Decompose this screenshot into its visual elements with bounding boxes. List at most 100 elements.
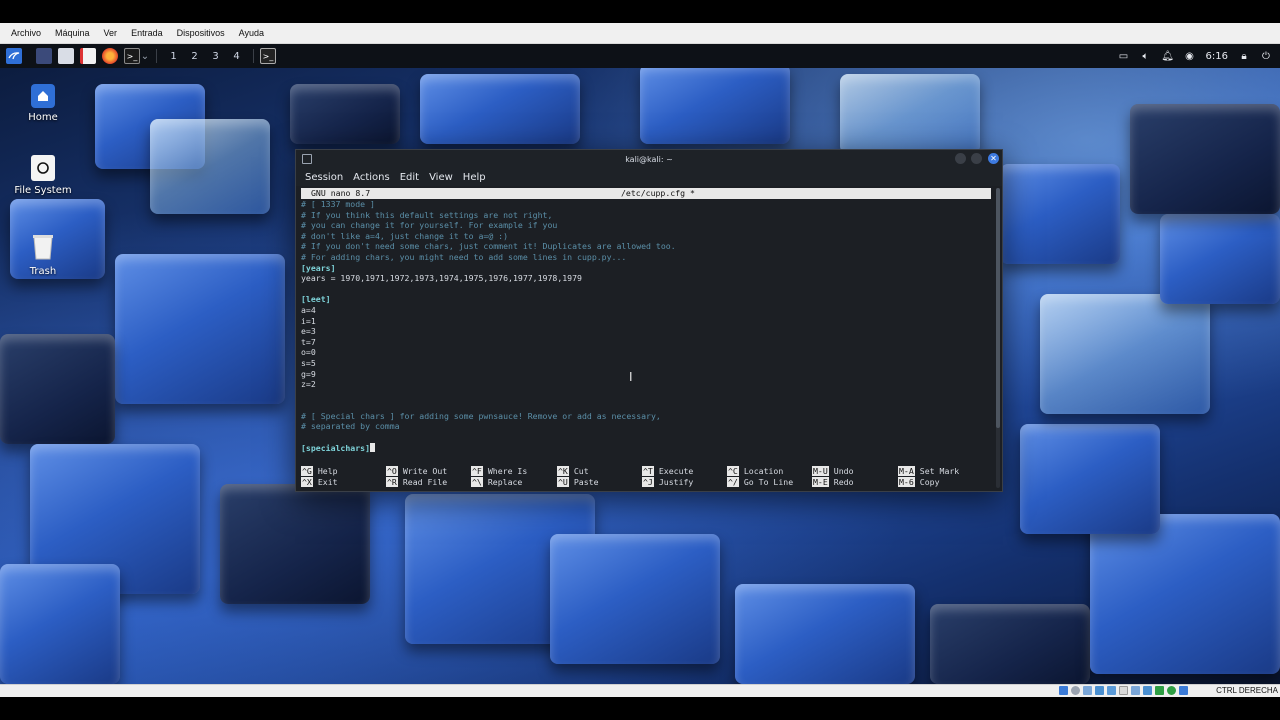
nano-shortcut[interactable]: ^U Paste	[557, 476, 599, 488]
workspace-4[interactable]: 4	[226, 51, 247, 62]
vbox-menu-maquina[interactable]: Máquina	[48, 23, 97, 44]
maximize-icon[interactable]	[971, 153, 982, 164]
workspace-1[interactable]: 1	[163, 51, 184, 62]
nano-shortcut[interactable]: ^\ Replace	[471, 476, 523, 488]
editor-line-text: [specialchars]	[301, 442, 371, 453]
nano-shortcut[interactable]: M-U Undo	[812, 466, 854, 477]
nano-shortcut[interactable]: ^/ Go To Line	[727, 476, 793, 488]
nano-shortcut[interactable]: ^T Execute	[642, 466, 693, 477]
nano-text-area[interactable]: # [ 1337 mode ] # If you think this defau…	[301, 199, 991, 453]
shortcut-label: Read File	[402, 476, 448, 487]
shortcut-key: ^F	[471, 466, 483, 476]
display-icon[interactable]: ▭	[1118, 50, 1130, 62]
menu-view[interactable]: View	[424, 172, 458, 183]
desktop-icon-home[interactable]: Home	[3, 84, 83, 123]
wallpaper-cube	[150, 119, 270, 214]
file-manager-icon[interactable]	[58, 48, 74, 64]
kali-menu-icon[interactable]	[6, 48, 22, 64]
shortcut-key: ^T	[642, 466, 654, 476]
wallpaper-cube	[735, 584, 915, 684]
terminal-task-icon[interactable]: >_	[260, 48, 276, 64]
optical-drive-icon[interactable]	[1071, 686, 1080, 695]
editor-line-text: # you can change it for yourself. For ex…	[301, 220, 558, 231]
nano-shortcut[interactable]: ^K Cut	[557, 466, 589, 477]
nano-shortcut[interactable]: ^C Location	[727, 466, 783, 477]
power-icon[interactable]: ⏻	[1260, 50, 1272, 62]
hdd-icon[interactable]	[1059, 686, 1068, 695]
firefox-icon[interactable]	[102, 48, 118, 64]
editor-line-text: # separated by comma	[301, 421, 400, 432]
keyboard-icon[interactable]	[1179, 686, 1188, 695]
notifications-bell-icon[interactable]: 🔔︎	[1161, 50, 1174, 62]
wallpaper-cube	[1020, 424, 1160, 534]
nano-shortcut[interactable]: ^F Where Is	[471, 466, 527, 477]
shared-folders-icon[interactable]	[1119, 686, 1128, 695]
cpu-icon[interactable]	[1155, 686, 1164, 695]
menu-session[interactable]: Session	[300, 172, 348, 183]
vbox-menu-archivo[interactable]: Archivo	[4, 23, 48, 44]
wallpaper-cube	[550, 534, 720, 664]
nano-shortcut[interactable]: M-A Set Mark	[898, 466, 959, 477]
terminal-scrollbar[interactable]	[996, 188, 1000, 488]
shortcut-label: Help	[317, 466, 338, 476]
vbox-menu-ver[interactable]: Ver	[97, 23, 125, 44]
editor-line: [leet]	[301, 294, 991, 305]
menu-help[interactable]: Help	[458, 172, 491, 183]
menu-edit[interactable]: Edit	[395, 172, 424, 183]
desktop-icon-trash[interactable]: Trash	[3, 232, 83, 277]
editor-line-text: e=3	[301, 326, 316, 337]
usb-icon[interactable]	[1107, 686, 1116, 695]
show-desktop-icon[interactable]	[36, 48, 52, 64]
recording-icon[interactable]	[1143, 686, 1152, 695]
wallpaper-cube	[1040, 294, 1210, 414]
nano-shortcut[interactable]: ^X Exit	[301, 476, 338, 488]
chevron-down-icon[interactable]: ⌄	[140, 51, 150, 62]
terminal-launcher-icon[interactable]: >_	[124, 48, 140, 64]
editor-line: e=3	[301, 326, 991, 337]
desktop-icon-file-system[interactable]: File System	[3, 155, 83, 196]
nano-shortcut[interactable]: ^O Write Out	[386, 466, 447, 477]
lock-icon[interactable]: 🔒︎	[1238, 50, 1250, 62]
nano-shortcut[interactable]: ^G Help	[301, 466, 338, 477]
trash-icon	[28, 232, 58, 262]
editor-line-text: # If you don't need some chars, just com…	[301, 241, 676, 252]
scrollbar-thumb[interactable]	[996, 188, 1000, 428]
nano-shortcut[interactable]: M-6 Copy	[898, 476, 940, 488]
vbox-menu-dispositivos[interactable]: Dispositivos	[170, 23, 232, 44]
shortcut-key: ^K	[557, 466, 569, 476]
desktop-icon-label: Home	[28, 112, 58, 123]
terminal-window[interactable]: kali@kali: ~ ✕ Session Actions Edit View…	[295, 149, 1003, 492]
workspace-3[interactable]: 3	[205, 51, 226, 62]
minimize-icon[interactable]	[955, 153, 966, 164]
mouse-integration-icon[interactable]	[1167, 686, 1176, 695]
shortcut-label: Replace	[487, 476, 523, 487]
power-status-icon[interactable]: ◉	[1184, 50, 1196, 62]
volume-icon[interactable]: 🔈︎	[1140, 50, 1152, 62]
nano-shortcut[interactable]: M-E Redo	[812, 476, 854, 488]
window-titlebar[interactable]: kali@kali: ~ ✕	[296, 150, 1002, 168]
editor-line: # For adding chars, you might need to ad…	[301, 252, 991, 263]
editor-line: # [ 1337 mode ]	[301, 199, 991, 210]
vbox-menu-entrada[interactable]: Entrada	[124, 23, 170, 44]
workspace-2[interactable]: 2	[184, 51, 205, 62]
audio-icon[interactable]	[1083, 686, 1092, 695]
network-icon[interactable]	[1095, 686, 1104, 695]
nano-editor[interactable]: GNU nano 8.7 /etc/cupp.cfg * # [ 1337 mo…	[301, 188, 991, 488]
close-icon[interactable]: ✕	[988, 153, 999, 164]
clock[interactable]: 6:16	[1206, 51, 1228, 62]
editor-line-text: [leet]	[301, 294, 331, 305]
nano-header-bar: GNU nano 8.7 /etc/cupp.cfg *	[301, 188, 991, 199]
wallpaper-cube	[1160, 214, 1280, 304]
nano-shortcut[interactable]: ^J Justify	[642, 476, 693, 488]
nano-shortcut[interactable]: ^R Read File	[386, 476, 448, 488]
vbox-menu-ayuda[interactable]: Ayuda	[232, 23, 271, 44]
editor-line-text: s=5	[301, 357, 316, 368]
text-editor-icon[interactable]	[80, 48, 96, 64]
shortcut-label: Execute	[658, 466, 694, 476]
shortcut-key: ^/	[727, 476, 739, 487]
menu-actions[interactable]: Actions	[348, 172, 395, 183]
editor-line: # If you don't need some chars, just com…	[301, 241, 991, 252]
display-icon[interactable]	[1131, 686, 1140, 695]
taskbar-separator	[156, 49, 157, 63]
